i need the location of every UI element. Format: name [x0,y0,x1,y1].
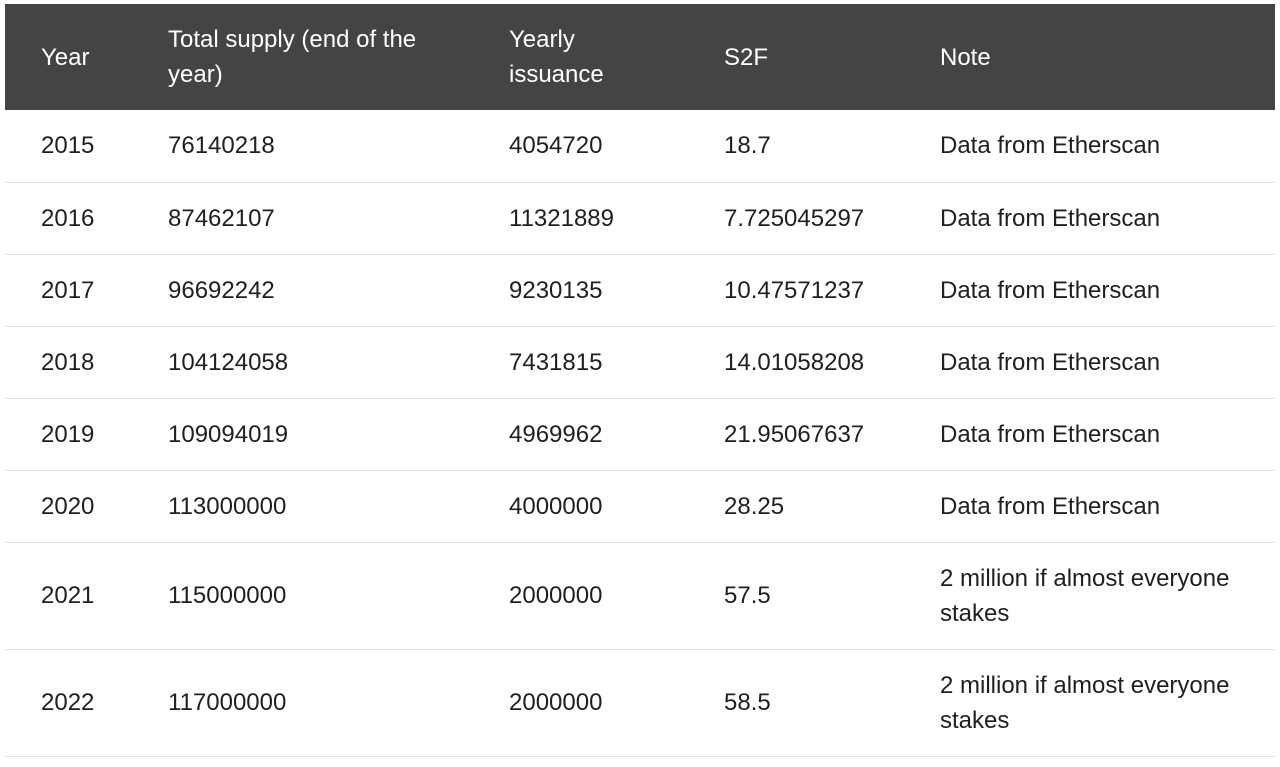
cell-s2f: 21.95067637 [724,398,940,471]
cell-year: 2019 [5,398,168,471]
table-row: 2021 115000000 2000000 57.5 2 million if… [5,542,1275,650]
cell-yearly-issuance: 4054720 [509,110,724,183]
cell-note: 2 million if almost everyone stakes [940,542,1275,650]
table-body: 2015 76140218 4054720 18.7 Data from Eth… [5,110,1275,757]
table-row: 2019 109094019 4969962 21.95067637 Data … [5,398,1275,471]
cell-note: Data from Etherscan [940,326,1275,399]
cell-s2f: 10.47571237 [724,254,940,327]
cell-note: Data from Etherscan [940,254,1275,327]
table-row: 2017 96692242 9230135 10.47571237 Data f… [5,254,1275,327]
cell-year: 2022 [5,649,168,757]
cell-note: Data from Etherscan [940,398,1275,471]
cell-year: 2020 [5,470,168,543]
cell-s2f: 7.725045297 [724,182,940,255]
table-row: 2015 76140218 4054720 18.7 Data from Eth… [5,110,1275,183]
cell-yearly-issuance: 4000000 [509,470,724,543]
cell-total-supply: 104124058 [168,326,509,399]
cell-note: Data from Etherscan [940,182,1275,255]
header-s2f: S2F [724,43,769,71]
cell-total-supply: 115000000 [168,542,509,650]
cell-s2f: 58.5 [724,649,940,757]
cell-year: 2017 [5,254,168,327]
cell-yearly-issuance: 7431815 [509,326,724,399]
cell-yearly-issuance: 2000000 [509,542,724,650]
cell-year: 2015 [5,110,168,183]
cell-s2f: 14.01058208 [724,326,940,399]
cell-note: 2 million if almost everyone stakes [940,649,1275,757]
cell-note: Data from Etherscan [940,470,1275,543]
cell-total-supply: 113000000 [168,470,509,543]
table-row: 2018 104124058 7431815 14.01058208 Data … [5,326,1275,399]
table-row: 2022 117000000 2000000 58.5 2 million if… [5,649,1275,757]
header-total-supply: Total supply (end of the year) [168,26,417,88]
cell-s2f: 18.7 [724,110,940,183]
cell-yearly-issuance: 11321889 [509,182,724,255]
header-note: Note [940,43,991,71]
cell-total-supply: 96692242 [168,254,509,327]
cell-year: 2016 [5,182,168,255]
cell-s2f: 57.5 [724,542,940,650]
supply-table-container: Year Total supply (end of the year) Year… [5,4,1275,757]
header-row: Year Total supply (end of the year) Year… [5,4,1275,110]
cell-yearly-issuance: 4969962 [509,398,724,471]
eth-supply-table: Year Total supply (end of the year) Year… [5,4,1275,757]
table-row: 2020 113000000 4000000 28.25 Data from E… [5,470,1275,543]
cell-total-supply: 109094019 [168,398,509,471]
cell-total-supply: 76140218 [168,110,509,183]
cell-total-supply: 117000000 [168,649,509,757]
cell-note: Data from Etherscan [940,110,1275,183]
cell-yearly-issuance: 2000000 [509,649,724,757]
cell-yearly-issuance: 9230135 [509,254,724,327]
cell-year: 2021 [5,542,168,650]
header-year: Year [41,43,90,71]
table-header: Year Total supply (end of the year) Year… [5,4,1275,110]
table-row: 2016 87462107 11321889 7.725045297 Data … [5,182,1275,255]
cell-s2f: 28.25 [724,470,940,543]
cell-year: 2018 [5,326,168,399]
cell-total-supply: 87462107 [168,182,509,255]
header-yearly-issuance: Yearly issuance [509,26,604,88]
